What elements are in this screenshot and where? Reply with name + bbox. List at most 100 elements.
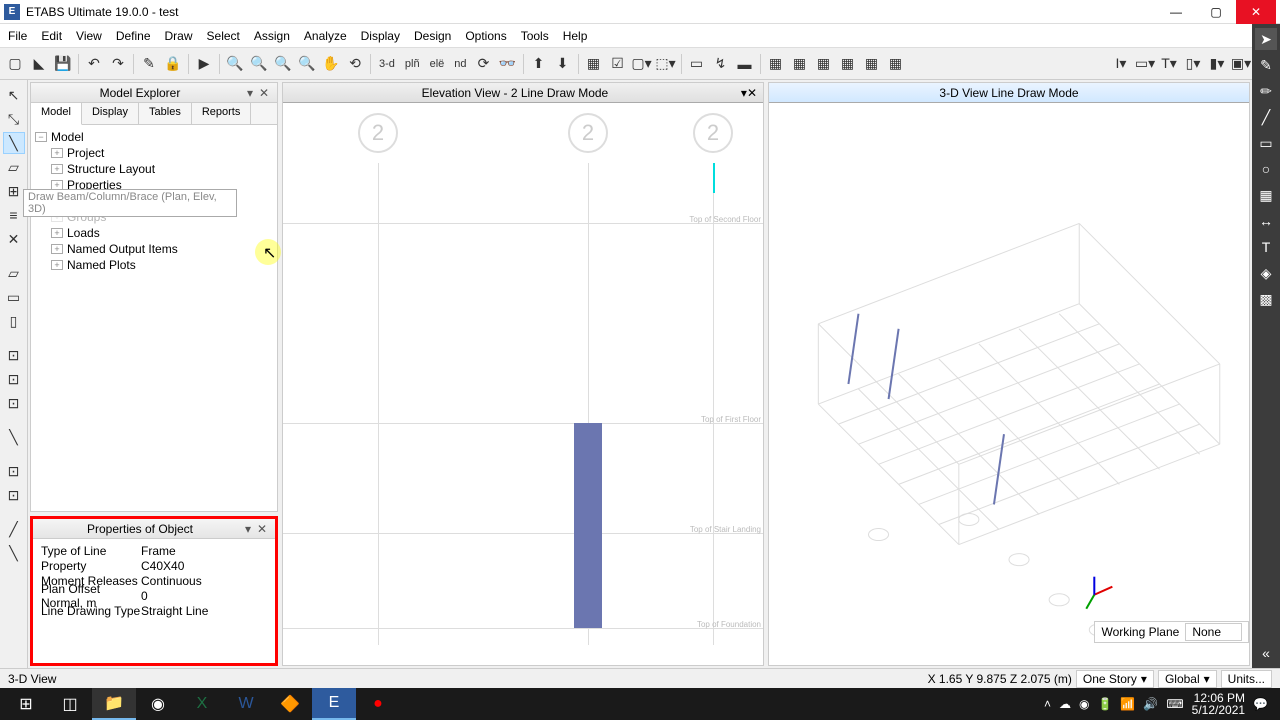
minimize-button[interactable]: — (1156, 0, 1196, 24)
dim-tool-icon[interactable]: ⊡ (3, 368, 25, 390)
down-icon[interactable]: ⬇ (552, 53, 574, 75)
tray-up-icon[interactable]: ˄ (1044, 697, 1051, 711)
menu-file[interactable]: File (8, 29, 27, 43)
chrome-icon[interactable]: ◉ (136, 688, 180, 720)
tree-plots[interactable]: Named Plots (67, 258, 136, 272)
ref-tool-icon[interactable]: ⊡ (3, 392, 25, 414)
tab-display[interactable]: Display (82, 103, 139, 124)
dim-icon[interactable]: ↔ (1255, 210, 1277, 232)
taskview-icon[interactable]: ◫ (48, 688, 92, 720)
props-close-icon[interactable]: ✕ (255, 522, 269, 536)
tree-root[interactable]: Model (51, 130, 84, 144)
coord-select[interactable]: Global ▾ (1158, 670, 1217, 688)
view-nd-button[interactable]: nd (450, 53, 470, 75)
draw-brace-icon[interactable]: ✕ (3, 228, 25, 250)
draw-beam-icon[interactable]: ≡ (3, 204, 25, 226)
section-cut-icon[interactable]: ╱ (3, 518, 25, 540)
open-icon[interactable]: ◣ (28, 53, 50, 75)
menu-design[interactable]: Design (414, 29, 451, 43)
rotate-icon[interactable]: ⟲ (344, 53, 366, 75)
menu-select[interactable]: Select (207, 29, 240, 43)
frame-icon[interactable]: ▭ (686, 53, 708, 75)
slab-icon[interactable]: ▭▾ (1134, 53, 1156, 75)
props-dd-icon[interactable]: ▾ (241, 522, 255, 536)
zoom-out-icon[interactable]: 🔍 (248, 53, 270, 75)
column-element[interactable] (574, 423, 602, 628)
menu-options[interactable]: Options (465, 29, 506, 43)
grid4-icon[interactable]: ▦ (837, 53, 859, 75)
explorer-icon[interactable]: 📁 (92, 688, 136, 720)
glasses-icon[interactable]: 👓 (497, 53, 519, 75)
symbol-icon[interactable]: ◈ (1255, 262, 1277, 284)
prop-row[interactable]: PropertyC40X40 (41, 558, 267, 573)
tree-layout[interactable]: Structure Layout (67, 162, 155, 176)
draw-poly-icon[interactable]: ▱ (3, 262, 25, 284)
start-button[interactable]: ⊞ (4, 688, 48, 720)
draw-col-icon[interactable]: ⊞ (3, 180, 25, 202)
model-tree[interactable]: −Model +Project +Structure Layout +Prope… (31, 125, 277, 277)
view-elev-button[interactable]: elë (426, 53, 449, 75)
point-tool-icon[interactable]: ⊡ (3, 460, 25, 482)
tray-lang-icon[interactable]: ⌨ (1166, 697, 1183, 711)
menu-assign[interactable]: Assign (254, 29, 290, 43)
draw-line-icon[interactable]: ╲ (3, 132, 25, 154)
tray-meet-icon[interactable]: ◉ (1079, 697, 1089, 711)
tee-icon[interactable]: T▾ (1158, 53, 1180, 75)
prop-row[interactable]: Line Drawing TypeStraight Line (41, 603, 267, 618)
measure-icon[interactable]: ╲ (3, 542, 25, 564)
refresh-icon[interactable]: ⟳ (473, 53, 495, 75)
menu-view[interactable]: View (76, 29, 102, 43)
excel-icon[interactable]: X (180, 688, 224, 720)
line2-icon[interactable]: ╱ (1255, 106, 1277, 128)
draw-wall-icon[interactable]: ▯ (3, 310, 25, 332)
tray-onedrive-icon[interactable]: ☁ (1059, 697, 1071, 711)
pointer2-icon[interactable]: ↖ (3, 84, 25, 106)
zoom-window-icon[interactable]: 🔍 (296, 53, 318, 75)
panel-dd-icon[interactable]: ▾ (243, 86, 257, 100)
menu-tools[interactable]: Tools (521, 29, 549, 43)
word-icon[interactable]: W (224, 688, 268, 720)
pan-icon[interactable]: ✋ (320, 53, 342, 75)
redo-icon[interactable]: ↷ (107, 53, 129, 75)
zoom-fit-icon[interactable]: 🔍 (272, 53, 294, 75)
tab-reports[interactable]: Reports (192, 103, 252, 124)
menu-draw[interactable]: Draw (165, 29, 193, 43)
wall-icon[interactable]: ▮▾ (1206, 53, 1228, 75)
wp-select[interactable]: None (1185, 623, 1242, 641)
menu-edit[interactable]: Edit (41, 29, 62, 43)
app-icon[interactable]: 🔶 (268, 688, 312, 720)
story-select[interactable]: One Story ▾ (1076, 670, 1154, 688)
check-icon[interactable]: ☑ (607, 53, 629, 75)
tray-wifi-icon[interactable]: 📶 (1120, 697, 1135, 711)
pointer-icon[interactable]: ➤ (1255, 28, 1277, 50)
prop-row[interactable]: Type of LineFrame (41, 543, 267, 558)
rect-icon[interactable]: ▭ (1255, 132, 1277, 154)
pencil2-icon[interactable]: ✏ (1255, 80, 1277, 102)
new-icon[interactable]: ▢ (4, 53, 26, 75)
lock-icon[interactable]: 🔒 (162, 53, 184, 75)
grid3-icon[interactable]: ▦ (813, 53, 835, 75)
menu-display[interactable]: Display (361, 29, 400, 43)
panel-close-icon[interactable]: ✕ (257, 86, 271, 100)
view-plan-button[interactable]: plñ (401, 53, 424, 75)
circle-icon[interactable]: ○ (1255, 158, 1277, 180)
ibeam-icon[interactable]: I▾ (1110, 53, 1132, 75)
zoom-in-icon[interactable]: 🔍 (224, 53, 246, 75)
axis-icon[interactable]: ↯ (710, 53, 732, 75)
draw-rect-icon[interactable]: ▱ (3, 156, 25, 178)
line-icon[interactable]: ▬ (734, 53, 756, 75)
tree-project[interactable]: Project (67, 146, 104, 160)
grid1-icon[interactable]: ▦ (765, 53, 787, 75)
close-button[interactable]: ✕ (1236, 0, 1276, 24)
grid6-icon[interactable]: ▦ (885, 53, 907, 75)
text-icon[interactable]: T (1255, 236, 1277, 258)
menu-define[interactable]: Define (116, 29, 151, 43)
marker-icon[interactable]: ✎ (1255, 54, 1277, 76)
draw-slab-icon[interactable]: ▭ (3, 286, 25, 308)
play-icon[interactable]: ▶ (193, 53, 215, 75)
grid2-icon[interactable]: ▦ (789, 53, 811, 75)
tab-model[interactable]: Model (31, 103, 82, 125)
checker-icon[interactable]: ▩ (1255, 288, 1277, 310)
tray-volume-icon[interactable]: 🔊 (1143, 697, 1158, 711)
units-button[interactable]: Units... (1221, 670, 1272, 688)
